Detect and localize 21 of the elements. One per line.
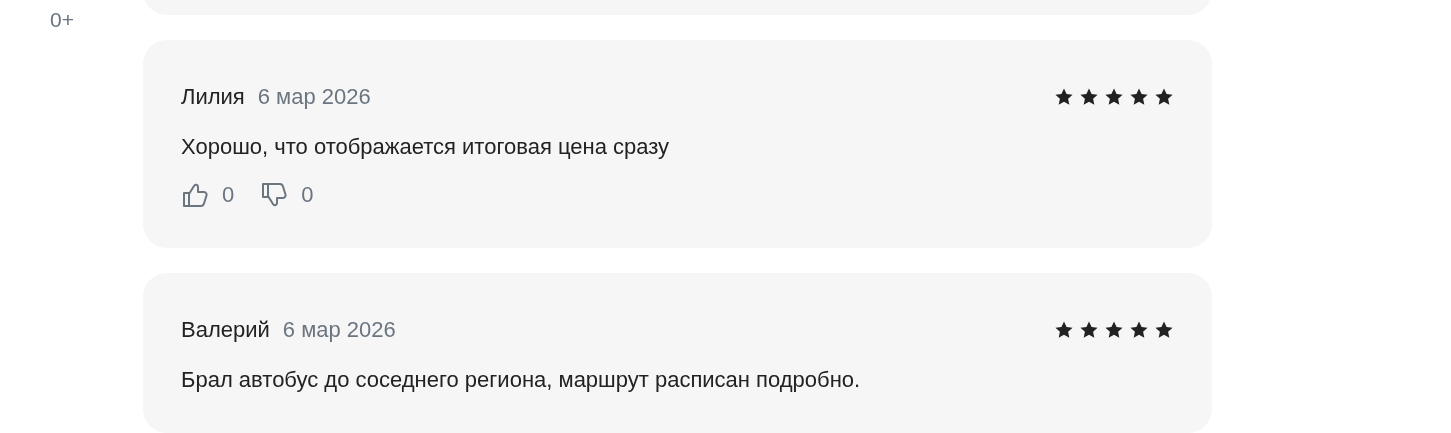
star-icon — [1104, 320, 1124, 340]
like-button[interactable]: 0 — [181, 182, 235, 208]
star-icon — [1079, 320, 1099, 340]
star-icon — [1129, 87, 1149, 107]
thumbs-down-icon — [260, 182, 289, 208]
review-date: 6 мар 2026 — [282, 317, 396, 343]
age-rating: 0+ — [50, 8, 74, 31]
review-date: 6 мар 2026 — [257, 84, 371, 110]
star-icon — [1129, 320, 1149, 340]
star-icon — [1154, 320, 1174, 340]
star-icon — [1054, 320, 1074, 340]
review-author: Лилия — [181, 84, 245, 110]
thumbs-up-icon — [181, 182, 209, 208]
star-icon — [1104, 87, 1124, 107]
dislike-button[interactable]: 0 — [260, 182, 314, 208]
star-icon — [1054, 87, 1074, 107]
star-icon — [1154, 87, 1174, 107]
review-author: Валерий — [181, 317, 270, 343]
review-text: Брал автобус до соседнего региона, маршрут расписан подробно. — [181, 367, 862, 393]
review-text: Хорошо, что отображается итоговая цена сразу — [181, 134, 671, 160]
star-icon — [1079, 87, 1099, 107]
